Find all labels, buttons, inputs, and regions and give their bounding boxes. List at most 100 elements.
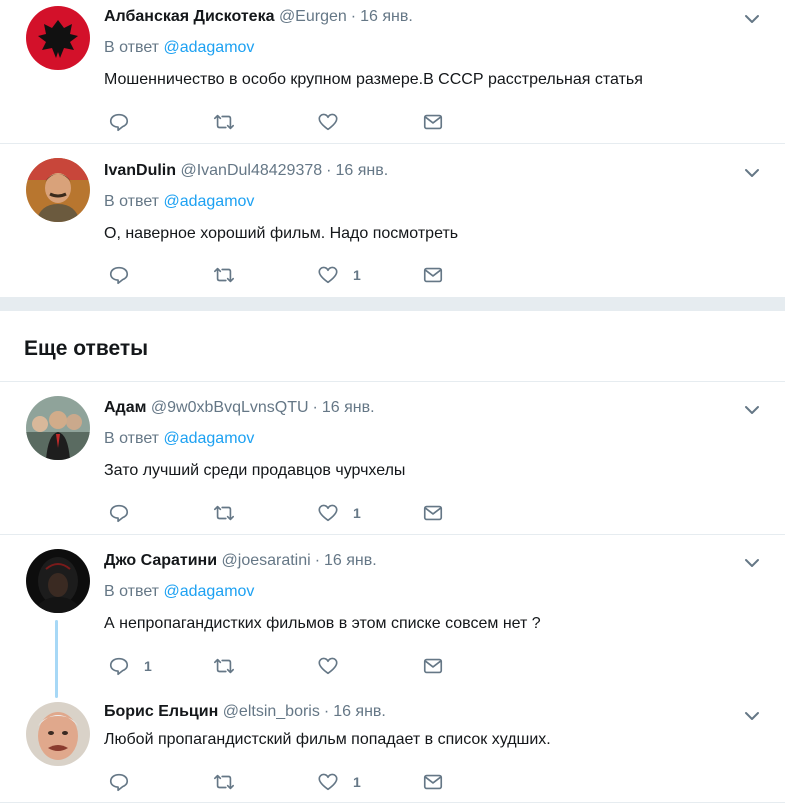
reply-prefix: В ответ <box>104 430 160 447</box>
direct-message-button[interactable] <box>422 654 444 678</box>
reply-icon <box>109 773 129 792</box>
heart-icon <box>318 773 338 791</box>
timestamp[interactable]: 16 янв. <box>322 399 375 416</box>
tweet-text: Любой пропагандистский фильм попадает в … <box>104 731 551 748</box>
separator-dot: · <box>326 162 332 179</box>
heart-icon <box>318 657 338 675</box>
retweet-icon <box>214 114 234 130</box>
tweet[interactable]: Борис Ельцин @eltsin_boris · 16 янв. Любой… <box>0 686 785 803</box>
like-button[interactable]: 1 <box>317 501 361 525</box>
tweet-text: О, наверное хороший фильм. Надо посмотре… <box>104 225 459 242</box>
reply-button[interactable] <box>108 770 144 794</box>
like-count: 1 <box>353 774 361 790</box>
like-count: 1 <box>353 267 361 283</box>
reply-button[interactable]: 1 <box>108 654 152 678</box>
heart-icon <box>318 504 338 522</box>
envelope-icon <box>423 505 443 521</box>
mention-link[interactable]: @adagamov <box>163 430 254 447</box>
heart-icon <box>318 113 338 131</box>
author-name[interactable]: Борис Ельцин <box>104 703 218 720</box>
retweet-icon <box>214 658 234 674</box>
chevron-down-icon[interactable] <box>742 400 762 420</box>
separator-dot: · <box>314 552 321 569</box>
direct-message-button[interactable] <box>422 110 444 134</box>
like-button[interactable]: 1 <box>317 263 361 287</box>
reply-icon <box>109 657 129 676</box>
reply-count: 1 <box>144 658 152 674</box>
envelope-icon <box>423 658 443 674</box>
avatar[interactable] <box>26 158 90 222</box>
reply-context: В ответ @adagamov <box>104 193 254 211</box>
like-button[interactable] <box>317 654 353 678</box>
section-title: Еще ответы <box>24 337 149 360</box>
direct-message-button[interactable] <box>422 263 444 287</box>
tweet-text: Зато лучший среди продавцов чурчхелы <box>104 462 406 479</box>
reply-prefix: В ответ <box>104 583 160 600</box>
author-handle[interactable]: @joesaratini <box>222 552 311 569</box>
separator-dot: · <box>312 399 318 416</box>
avatar[interactable] <box>26 549 90 613</box>
like-button[interactable]: 1 <box>317 770 361 794</box>
retweet-button[interactable] <box>213 263 249 287</box>
tweet[interactable]: IvanDulin @IvanDul48429378 · 16 янв. В отв… <box>0 144 785 297</box>
direct-message-button[interactable] <box>422 770 444 794</box>
tweet[interactable]: Албанская Дискотека @Eurgen · 16 янв. В от… <box>0 0 785 144</box>
reply-icon <box>109 266 129 285</box>
section-divider <box>0 297 785 311</box>
retweet-button[interactable] <box>213 770 249 794</box>
direct-message-button[interactable] <box>422 501 444 525</box>
author-handle[interactable]: @IvanDul48429378 <box>180 162 322 179</box>
chevron-down-icon[interactable] <box>742 706 762 726</box>
envelope-icon <box>423 267 443 283</box>
reply-button[interactable] <box>108 263 144 287</box>
retweet-icon <box>214 267 234 283</box>
timestamp[interactable]: 16 янв. <box>324 552 377 569</box>
author-name[interactable]: Джо Саратини <box>104 552 217 569</box>
reply-icon <box>109 113 129 132</box>
avatar[interactable] <box>26 702 90 766</box>
separator-dot: · <box>350 8 357 25</box>
reply-context: В ответ @adagamov <box>104 430 254 448</box>
mention-link[interactable]: @adagamov <box>163 39 254 56</box>
tweet-actions: 1 <box>104 263 464 287</box>
envelope-icon <box>423 774 443 790</box>
reply-button[interactable] <box>108 110 144 134</box>
author-handle[interactable]: @eltsin_boris <box>223 703 320 720</box>
retweet-icon <box>214 505 234 521</box>
timestamp[interactable]: 16 янв. <box>335 162 388 179</box>
like-button[interactable] <box>317 110 353 134</box>
reply-prefix: В ответ <box>104 193 160 210</box>
tweet-actions: 1 <box>104 501 464 525</box>
heart-icon <box>318 266 338 284</box>
envelope-icon <box>423 114 443 130</box>
tweet[interactable]: Адам @9w0xbBvqLvnsQTU · 16 янв. В ответ @a… <box>0 382 785 535</box>
mention-link[interactable]: @adagamov <box>163 583 254 600</box>
reply-context: В ответ @adagamov <box>104 39 254 57</box>
tweet-actions: 1 <box>104 654 464 678</box>
chevron-down-icon[interactable] <box>742 9 762 29</box>
retweet-icon <box>214 774 234 790</box>
tweet-text: А непропагандистких фильмов в этом списк… <box>104 615 541 632</box>
author-handle[interactable]: @Eurgen <box>279 8 347 25</box>
reply-icon <box>109 504 129 523</box>
reply-button[interactable] <box>108 501 144 525</box>
retweet-button[interactable] <box>213 110 249 134</box>
tweet-actions <box>104 110 464 134</box>
like-count: 1 <box>353 505 361 521</box>
tweet-text: Мошенничество в особо крупном размере.В … <box>104 71 643 88</box>
author-name[interactable]: Адам <box>104 399 146 416</box>
avatar[interactable] <box>26 396 90 460</box>
mention-link[interactable]: @adagamov <box>163 193 254 210</box>
timestamp[interactable]: 16 янв. <box>333 703 386 720</box>
tweet[interactable]: Джо Саратини @joesaratini · 16 янв. В отве… <box>0 535 785 685</box>
avatar[interactable] <box>26 6 90 70</box>
separator-dot: · <box>323 703 330 720</box>
author-name[interactable]: Албанская Дискотека <box>104 8 274 25</box>
retweet-button[interactable] <box>213 501 249 525</box>
retweet-button[interactable] <box>213 654 249 678</box>
author-name[interactable]: IvanDulin <box>104 162 176 179</box>
chevron-down-icon[interactable] <box>742 163 762 183</box>
chevron-down-icon[interactable] <box>742 553 762 573</box>
author-handle[interactable]: @9w0xbBvqLvnsQTU <box>151 399 309 416</box>
timestamp[interactable]: 16 янв. <box>360 8 413 25</box>
